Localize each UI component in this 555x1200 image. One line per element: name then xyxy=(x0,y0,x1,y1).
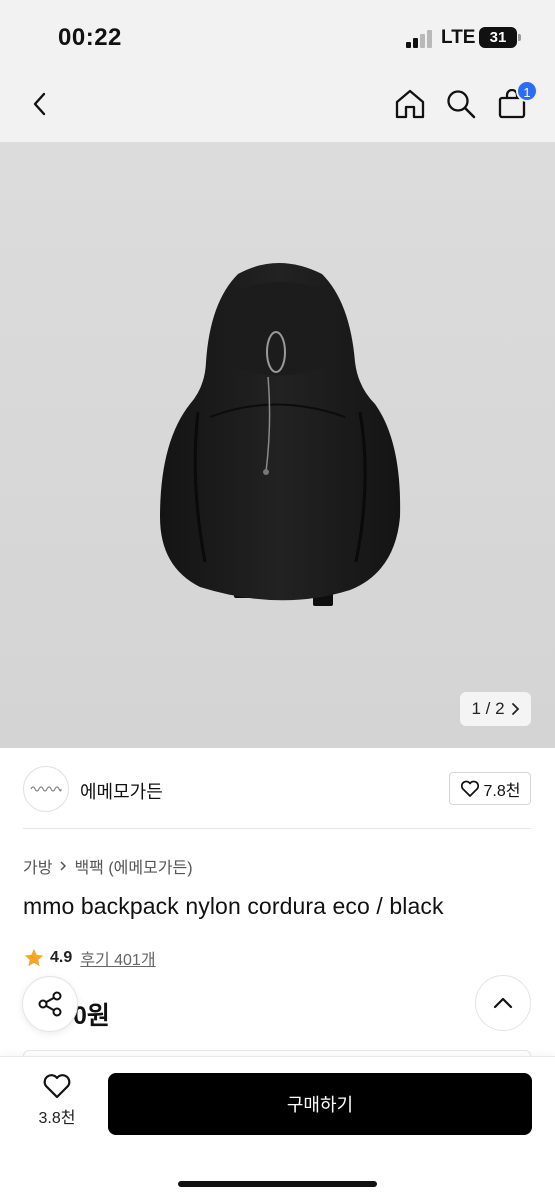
seller-like-count: 7.8천 xyxy=(483,782,521,800)
heart-icon xyxy=(43,1074,71,1099)
image-counter-text: 1 / 2 xyxy=(471,699,505,718)
wish-count: 3.8천 xyxy=(38,1110,76,1127)
star-icon xyxy=(24,948,44,967)
backpack-photo xyxy=(160,263,401,606)
seller-like-button[interactable]: 7.8천 xyxy=(449,772,531,805)
home-indicator[interactable] xyxy=(178,1181,377,1187)
product-title: mmo backpack nylon cordura eco / black xyxy=(23,893,444,919)
wish-button[interactable]: 3.8천 xyxy=(22,1073,92,1135)
rating-row: 4.9 후기 401개 xyxy=(23,946,156,970)
chevron-up-icon xyxy=(493,997,513,1009)
cart-icon[interactable]: 1 xyxy=(492,80,538,124)
share-button[interactable] xyxy=(22,976,78,1032)
share-icon xyxy=(38,991,62,1017)
breadcrumb-subcategory[interactable]: 백팩 (에메모가든) xyxy=(74,854,192,878)
seller-row[interactable]: 에메모가든 7.8천 xyxy=(0,748,555,830)
product-image[interactable]: 1 / 2 xyxy=(0,142,555,748)
seller-logo[interactable] xyxy=(23,766,69,812)
home-icon[interactable] xyxy=(390,84,430,124)
price-text: 0원 xyxy=(73,1002,110,1030)
chevron-right-icon xyxy=(60,861,67,871)
signal-icon xyxy=(406,30,434,48)
network-label: LTE xyxy=(441,27,476,48)
reviews-link[interactable]: 후기 401개 xyxy=(80,946,155,970)
search-icon[interactable] xyxy=(441,84,481,124)
scroll-top-button[interactable] xyxy=(475,975,531,1031)
status-bar: 00:22 LTE 31 xyxy=(0,0,555,70)
status-time: 00:22 xyxy=(58,24,122,51)
chevron-right-icon xyxy=(511,703,519,715)
breadcrumb-category[interactable]: 가방 xyxy=(23,854,52,878)
heart-icon xyxy=(460,780,479,797)
rating-value: 4.9 xyxy=(50,949,73,966)
nav-bar: 1 xyxy=(0,70,555,142)
battery-icon: 31 xyxy=(479,27,521,48)
divider xyxy=(23,828,531,829)
breadcrumb: 가방 백팩 (에메모가든) xyxy=(23,854,193,878)
cart-badge: 1 xyxy=(516,80,538,102)
buy-button[interactable]: 구매하기 xyxy=(108,1073,532,1135)
image-counter[interactable]: 1 / 2 xyxy=(460,692,531,726)
back-icon[interactable] xyxy=(20,84,60,124)
seller-name[interactable]: 에메모가든 xyxy=(80,778,163,804)
bottom-bar: 3.8천 구매하기 xyxy=(0,1056,555,1200)
